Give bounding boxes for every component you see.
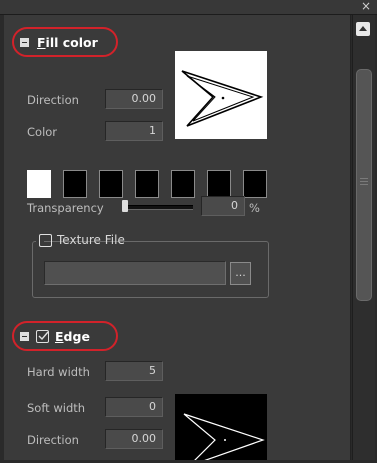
soft-width-field[interactable]: 0 — [105, 397, 163, 417]
collapse-icon[interactable] — [20, 38, 29, 47]
color-swatch-1[interactable] — [27, 170, 51, 198]
color-field[interactable]: 1 — [105, 121, 163, 141]
color-swatch-7[interactable] — [243, 170, 267, 198]
edge-direction-field[interactable]: 0.00 — [105, 429, 163, 449]
edge-direction-label: Direction — [27, 433, 79, 447]
color-swatch-6[interactable] — [207, 170, 231, 198]
scroll-up-arrow-icon[interactable] — [356, 22, 370, 36]
transparency-slider-handle[interactable] — [122, 200, 128, 212]
hard-width-field[interactable]: 5 — [105, 361, 163, 381]
collapse-icon[interactable] — [20, 332, 29, 341]
transparency-slider-track[interactable] — [125, 205, 193, 210]
edge-preview — [175, 394, 267, 463]
fill-preview — [175, 51, 267, 139]
texture-file-label: Texture File — [57, 233, 125, 247]
settings-panel: Fill color Direction 0.00 Color 1 Transp… — [4, 15, 351, 463]
hard-width-label: Hard width — [27, 365, 90, 379]
fill-color-title: Fill color — [37, 35, 98, 50]
title-bar: × — [0, 0, 377, 15]
transparency-field[interactable]: 0 — [201, 196, 245, 216]
soft-width-label: Soft width — [27, 401, 86, 415]
edge-section-header[interactable]: Edge — [12, 321, 118, 351]
color-swatch-3[interactable] — [99, 170, 123, 198]
color-swatch-2[interactable] — [63, 170, 87, 198]
direction-label: Direction — [27, 93, 79, 107]
direction-field[interactable]: 0.00 — [105, 89, 163, 109]
texture-file-legend[interactable]: Texture File — [36, 232, 125, 250]
percent-unit: % — [249, 201, 260, 215]
texture-file-path-input[interactable] — [44, 261, 226, 285]
texture-file-checkbox[interactable] — [39, 234, 52, 247]
color-swatch-5[interactable] — [171, 170, 195, 198]
color-swatch-4[interactable] — [135, 170, 159, 198]
color-label: Color — [27, 125, 58, 139]
edge-title: Edge — [55, 329, 90, 344]
grip-icon — [360, 178, 368, 179]
close-icon[interactable]: × — [361, 0, 371, 13]
transparency-label: Transparency — [27, 201, 104, 215]
scrollbar-thumb[interactable] — [356, 69, 372, 301]
fill-color-section-header[interactable]: Fill color — [12, 27, 118, 57]
browse-button[interactable]: ... — [230, 262, 251, 285]
vertical-scrollbar[interactable] — [352, 15, 375, 460]
edge-checkbox[interactable] — [36, 330, 49, 343]
